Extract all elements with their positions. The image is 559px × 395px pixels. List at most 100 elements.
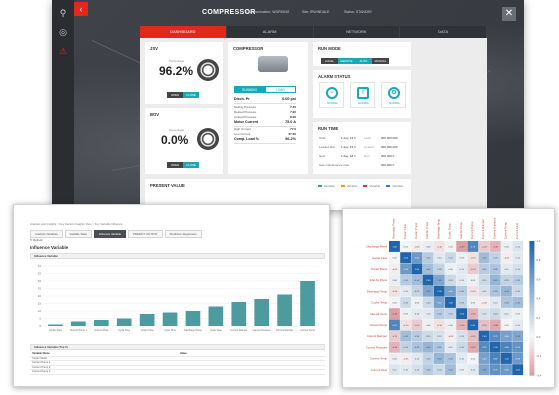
alarm-status-title: ALARM STATUS <box>318 74 351 79</box>
dashboard-tabs: DASHBOARD ALARM NETWORK DATA <box>140 26 487 38</box>
legend-item[interactable]: Variable <box>340 184 357 188</box>
rt-value: 1 day, 19 h <box>341 136 356 140</box>
bar[interactable] <box>116 318 132 327</box>
row-label: Cooler Temp <box>371 301 387 305</box>
table-section-header: Influence Variable (Top 5) <box>30 344 325 350</box>
jsv-open[interactable]: OPEN <box>167 92 183 98</box>
x-tick-label: Cooler Flow <box>49 329 62 332</box>
bar[interactable] <box>254 299 270 326</box>
row-label: Setting Pressure <box>234 104 257 109</box>
colorbar-segment <box>529 335 535 339</box>
bar[interactable] <box>185 311 201 326</box>
load-button[interactable]: LOAD <box>265 86 296 93</box>
y-tick-label: 20 <box>38 294 42 298</box>
colorbar-tick-label: 0.8 <box>536 258 540 262</box>
row-label: Unload Pressure <box>234 114 257 119</box>
bar[interactable] <box>48 324 63 327</box>
colorbar-segment <box>529 348 535 353</box>
tab-network[interactable]: NETWORK <box>314 26 401 38</box>
column-header: Variable Name <box>32 352 50 355</box>
bar[interactable] <box>208 306 224 327</box>
alarm-item[interactable]: ⚙ NORMAL <box>381 82 406 108</box>
alarm-status-card: ALARM STATUS − NORMAL ! NORMAL ⚙ NORMAL <box>313 70 411 118</box>
column-label: Current Pump <box>470 221 474 239</box>
bar[interactable] <box>231 302 247 326</box>
tab-alarm[interactable]: ALARM <box>227 26 314 38</box>
cell-value-label: -0.10 <box>471 258 477 260</box>
mode-local[interactable]: LOCAL <box>321 58 338 64</box>
row-label: Reload Pressure <box>234 109 257 114</box>
colorbar-segment <box>529 288 535 292</box>
legend-item[interactable]: Variable <box>317 184 335 188</box>
alarm-item[interactable]: ! NORMAL <box>350 82 375 108</box>
cell-value-label: -0.40 <box>459 246 465 248</box>
influence-tab[interactable]: Variable Stats <box>64 230 92 238</box>
valve-dial-icon <box>197 128 219 150</box>
colorbar-segment <box>529 361 535 366</box>
jsv-close[interactable]: CLOSE <box>183 92 199 98</box>
bar[interactable] <box>71 321 86 327</box>
colorbar-segment <box>529 291 535 296</box>
colorbar-segment <box>529 261 535 265</box>
row-label: Inlet Air Temp <box>370 312 387 316</box>
globe-icon[interactable]: ◎ <box>58 27 68 37</box>
mode-manual[interactable]: MANUAL <box>372 58 389 64</box>
colorbar-segment <box>529 365 535 369</box>
colorbar-segment <box>529 264 535 269</box>
bov-open[interactable]: OPEN <box>167 162 183 168</box>
influence-tab[interactable]: PREDICT OUTPUT <box>128 230 163 238</box>
row-label: Low Current <box>234 132 251 136</box>
mode-remote[interactable]: REMOTE <box>338 58 355 64</box>
legend-label: Variable <box>323 184 335 188</box>
legend-item[interactable]: Variable <box>386 184 403 188</box>
mode-auto[interactable]: AUTO <box>355 58 372 64</box>
chart-section-header: Influence Variable <box>30 253 325 259</box>
alert-icon[interactable]: ⚠ <box>58 46 68 56</box>
column-label: Cooler Flow <box>403 223 407 239</box>
legend-swatch <box>317 185 322 187</box>
column-label: Current Temp <box>504 222 508 239</box>
cell-value-label: -0.30 <box>471 314 477 316</box>
colorbar-segment <box>529 351 535 356</box>
bar[interactable] <box>93 320 109 326</box>
influence-tab[interactable]: Predictive Regression <box>164 230 202 238</box>
influence-tab[interactable]: Analysis Variables <box>30 230 63 238</box>
cell-value-label: -0.05 <box>392 269 398 271</box>
close-icon[interactable]: ✕ <box>502 7 516 21</box>
run-mode-toggle[interactable]: LOCAL REMOTE AUTO MANUAL <box>321 58 389 64</box>
run-time-row: Total 1 day, 19 h Load 000,000,000 <box>319 136 419 140</box>
x-tick-label: Cycle Time <box>118 329 130 332</box>
row-label: Current Temp <box>370 357 387 361</box>
row-value: 7.45 <box>290 104 296 109</box>
colorbar-segment <box>529 257 535 262</box>
bov-close[interactable]: CLOSE <box>183 162 199 168</box>
colorbar-segment <box>529 267 535 272</box>
bar[interactable] <box>300 281 315 326</box>
y-tick-label: 25 <box>38 287 42 291</box>
search-icon[interactable]: ⚲ <box>58 8 68 18</box>
y-tick-label: 35 <box>38 272 42 276</box>
tab-dashboard[interactable]: DASHBOARD <box>140 26 227 38</box>
table-cell: Current Pump 2 <box>32 365 51 369</box>
bov-toggle[interactable]: OPEN CLOSE <box>167 162 199 168</box>
column-label: Current Pressure <box>492 217 496 239</box>
influence-tab[interactable]: Influence Variable <box>93 230 127 238</box>
bar[interactable] <box>277 294 292 327</box>
colorbar-tick-label: -0.4 <box>536 373 541 377</box>
jsv-toggle[interactable]: OPEN CLOSE <box>167 92 199 98</box>
rt-value: 1 day, 18 h <box>341 154 356 158</box>
back-button[interactable]: ‹ <box>74 2 88 16</box>
bar[interactable] <box>139 314 155 326</box>
legend-item[interactable]: Variable <box>363 184 380 188</box>
tab-data[interactable]: DATA <box>400 26 487 38</box>
rt-count: 000,000 h <box>381 154 395 158</box>
alarm-item[interactable]: − NORMAL <box>319 82 344 108</box>
column-label: Current Damper <box>481 219 485 239</box>
running-button[interactable]: RUNNING <box>234 86 265 93</box>
refresh-button[interactable]: ↻ Refresh <box>30 238 43 242</box>
row-label: Current Pressure <box>366 345 388 349</box>
colorbar-segment <box>529 271 535 275</box>
bar[interactable] <box>162 312 178 327</box>
row-value: 8.00 <box>290 114 296 119</box>
cell-value-label: -0.05 <box>448 336 454 338</box>
